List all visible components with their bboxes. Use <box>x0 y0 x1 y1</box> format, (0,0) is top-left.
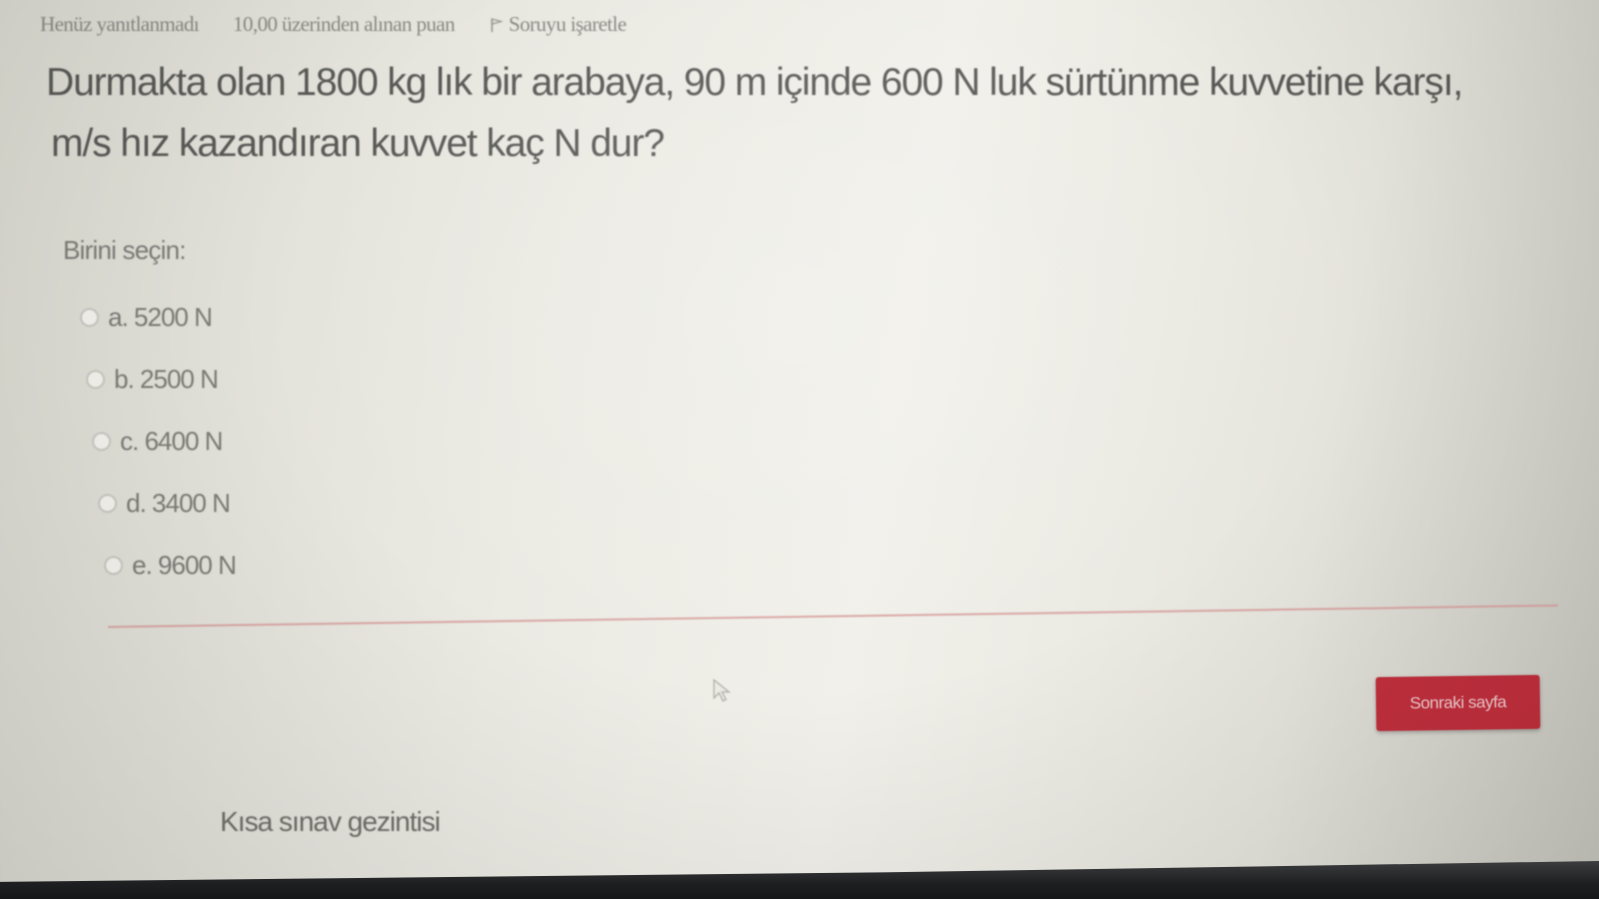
answer-option-label: d. 3400 N <box>126 487 231 518</box>
answer-option-label: c. 6400 N <box>120 425 223 456</box>
mouse-cursor-icon <box>713 678 731 702</box>
question-text: Durmakta olan 1800 kg lık bir arabaya, 9… <box>46 52 1599 174</box>
answer-option-b[interactable]: b. 2500 N <box>86 348 236 410</box>
question-status: Henüz yanıtlanmadı <box>40 12 200 36</box>
answer-option-e[interactable]: e. 9600 N <box>104 534 237 596</box>
answer-option-c[interactable]: c. 6400 N <box>92 410 236 472</box>
quiz-page: Henüz yanıtlanmadı 10,00 üzerinden alına… <box>0 0 1599 870</box>
answer-prompt: Birini seçin: <box>63 235 186 265</box>
radio-button[interactable] <box>98 493 117 513</box>
radio-button[interactable] <box>92 431 111 451</box>
question-line-1: Durmakta olan 1800 kg lık bir arabaya, 9… <box>46 61 1463 104</box>
question-info-bar: Henüz yanıtlanmadı 10,00 üzerinden alına… <box>40 12 627 37</box>
answer-option-label: e. 9600 N <box>132 549 237 580</box>
answer-option-a[interactable]: a. 5200 N <box>80 286 236 348</box>
radio-button[interactable] <box>86 369 105 389</box>
flag-question-link[interactable]: Soruyu işaretle <box>489 12 627 37</box>
question-points: 10,00 üzerinden alınan puan <box>232 12 455 36</box>
answer-options: a. 5200 N b. 2500 N c. 6400 N d. 3400 N … <box>80 286 237 596</box>
answer-option-label: b. 2500 N <box>114 363 219 394</box>
radio-button[interactable] <box>104 555 123 575</box>
answer-option-label: a. 5200 N <box>108 301 213 332</box>
flag-icon <box>490 17 503 32</box>
quiz-navigation-link[interactable]: Kısa sınav gezintisi <box>220 806 441 838</box>
question-divider <box>107 604 1558 628</box>
question-line-2: m/s hız kazandıran kuvvet kaç N dur? <box>51 122 665 165</box>
answer-option-d[interactable]: d. 3400 N <box>98 472 236 534</box>
next-page-button[interactable]: Sonraki sayfa <box>1375 674 1541 732</box>
flag-question-label: Soruyu işaretle <box>508 12 627 36</box>
radio-button[interactable] <box>80 307 99 327</box>
